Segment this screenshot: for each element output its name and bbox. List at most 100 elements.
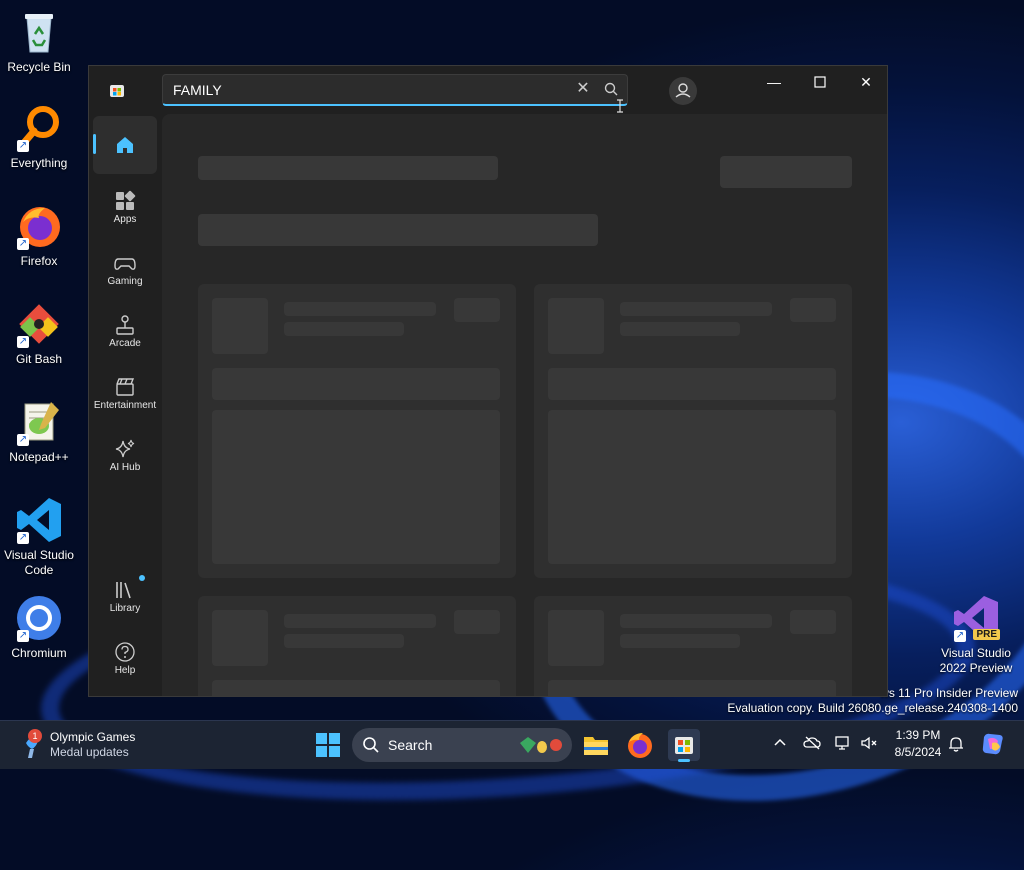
preview-badge: PRE (973, 629, 1000, 640)
taskbar-search[interactable]: Search (352, 728, 572, 762)
firefox-icon: ↗ (15, 202, 63, 250)
desktop-icon-everything[interactable]: ↗ Everything (0, 104, 78, 171)
desktop-icon-recycle-bin[interactable]: Recycle Bin (0, 8, 78, 75)
watermark-line: Evaluation copy. Build 26080.ge_release.… (727, 701, 1018, 715)
shortcut-arrow-icon: ↗ (17, 630, 29, 642)
network-icon[interactable] (834, 735, 852, 751)
skeleton-placeholder (720, 156, 852, 188)
skeleton-placeholder (790, 610, 836, 634)
widgets-button[interactable]: 1 Olympic Games Medal updates (18, 727, 158, 763)
desktop-icon-visual-studio-preview[interactable]: ↗ PRE Visual Studio 2022 Preview (936, 594, 1016, 676)
search-box[interactable]: ✕ (162, 74, 628, 106)
desktop-icon-firefox[interactable]: ↗ Firefox (0, 202, 78, 269)
skeleton-card (534, 596, 852, 696)
nav-item-home[interactable] (93, 116, 157, 174)
shortcut-arrow-icon: ↗ (954, 630, 966, 642)
skeleton-placeholder (212, 368, 500, 400)
everything-icon: ↗ (15, 104, 63, 152)
skeleton-placeholder (548, 680, 836, 696)
skeleton-placeholder (620, 302, 772, 316)
taskbar: 1 Olympic Games Medal updates Search 1:3… (0, 720, 1024, 769)
chevron-up-icon[interactable] (772, 735, 788, 751)
shortcut-arrow-icon: ↗ (17, 238, 29, 250)
title-bar[interactable]: ✕ — ✕ (89, 66, 887, 116)
vscode-icon: ↗ (15, 496, 63, 544)
minimize-button[interactable]: — (751, 66, 797, 98)
nav-item-apps[interactable]: Apps (93, 180, 157, 238)
onedrive-icon[interactable] (803, 735, 821, 751)
desktop-icon-label: Chromium (11, 646, 67, 660)
skeleton-placeholder (548, 410, 836, 564)
skeleton-placeholder (284, 634, 404, 648)
skeleton-card (198, 284, 516, 578)
nav-label: Entertainment (93, 400, 157, 411)
widget-subtitle: Medal updates (50, 745, 129, 759)
desktop-icon-chromium[interactable]: ↗ Chromium (0, 594, 78, 661)
skeleton-placeholder (212, 680, 500, 696)
clear-search-icon[interactable]: ✕ (573, 79, 593, 99)
skeleton-placeholder (284, 322, 404, 336)
shortcut-arrow-icon: ↗ (17, 140, 29, 152)
desktop-icon-notepad-plus-plus[interactable]: ↗ Notepad++ (0, 398, 78, 465)
skeleton-placeholder (548, 610, 604, 666)
store-logo-icon (109, 82, 125, 98)
library-icon (114, 579, 136, 601)
nav-label: Library (109, 603, 141, 614)
desktop-icon-git-bash[interactable]: ↗ Git Bash (0, 300, 78, 367)
gamepad-icon (114, 252, 136, 274)
maximize-button[interactable] (797, 66, 843, 98)
skeleton-placeholder (454, 298, 500, 322)
nav-item-entertainment[interactable]: Entertainment (93, 366, 157, 424)
desktop-icon-label: Firefox (20, 254, 58, 268)
skeleton-placeholder (548, 298, 604, 354)
desktop-icon-label: Visual Studio 2022 Preview (939, 646, 1013, 675)
running-indicator (678, 759, 690, 762)
skeleton-placeholder (198, 156, 498, 180)
navigation-sidebar: Apps Gaming Arcade Entertainment AI Hub (89, 114, 161, 696)
search-highlight-icon (518, 735, 566, 755)
notification-bell-icon[interactable] (948, 735, 964, 753)
text-cursor-icon (616, 99, 624, 113)
home-icon (114, 134, 136, 156)
skeleton-placeholder (212, 610, 268, 666)
search-input[interactable] (171, 79, 555, 101)
widget-title: Olympic Games (50, 730, 136, 744)
nav-item-ai-hub[interactable]: AI Hub (93, 428, 157, 486)
shortcut-arrow-icon: ↗ (17, 532, 29, 544)
git-bash-icon: ↗ (15, 300, 63, 348)
active-indicator (93, 134, 96, 154)
nav-label: AI Hub (109, 462, 141, 473)
nav-item-library[interactable]: Library (93, 569, 157, 627)
skeleton-placeholder (454, 610, 500, 634)
close-button[interactable]: ✕ (843, 66, 889, 98)
desktop-icon-vscode[interactable]: ↗ Visual Studio Code (0, 496, 78, 578)
volume-muted-icon[interactable] (860, 735, 878, 751)
nav-label: Gaming (107, 276, 143, 287)
clock-date[interactable]: 8/5/2024 (888, 745, 948, 759)
nav-item-arcade[interactable]: Arcade (93, 304, 157, 362)
apps-icon (114, 190, 136, 212)
notification-dot (139, 575, 145, 581)
file-explorer-icon[interactable] (580, 729, 612, 761)
search-icon[interactable] (601, 79, 621, 99)
clock-time[interactable]: 1:39 PM (888, 728, 948, 742)
nav-label: Arcade (109, 338, 141, 349)
skeleton-placeholder (212, 298, 268, 354)
search-icon (362, 736, 380, 754)
microsoft-store-icon[interactable] (668, 729, 700, 762)
search-label: Search (388, 737, 433, 753)
skeleton-card (534, 284, 852, 578)
nav-item-gaming[interactable]: Gaming (93, 242, 157, 300)
desktop-icon-label: Everything (10, 156, 68, 170)
start-button[interactable] (312, 729, 344, 761)
copilot-icon[interactable] (980, 731, 1006, 757)
sparkle-icon (114, 438, 136, 460)
notepad-plus-plus-icon: ↗ (15, 398, 63, 446)
firefox-icon[interactable] (624, 729, 656, 761)
nav-item-help[interactable]: Help (93, 631, 157, 689)
chromium-icon: ↗ (15, 594, 63, 642)
olympic-torch-icon: 1 (18, 729, 46, 759)
account-button[interactable] (669, 77, 697, 105)
visual-studio-icon: ↗ PRE (952, 594, 1000, 642)
nav-label: Help (114, 665, 136, 676)
